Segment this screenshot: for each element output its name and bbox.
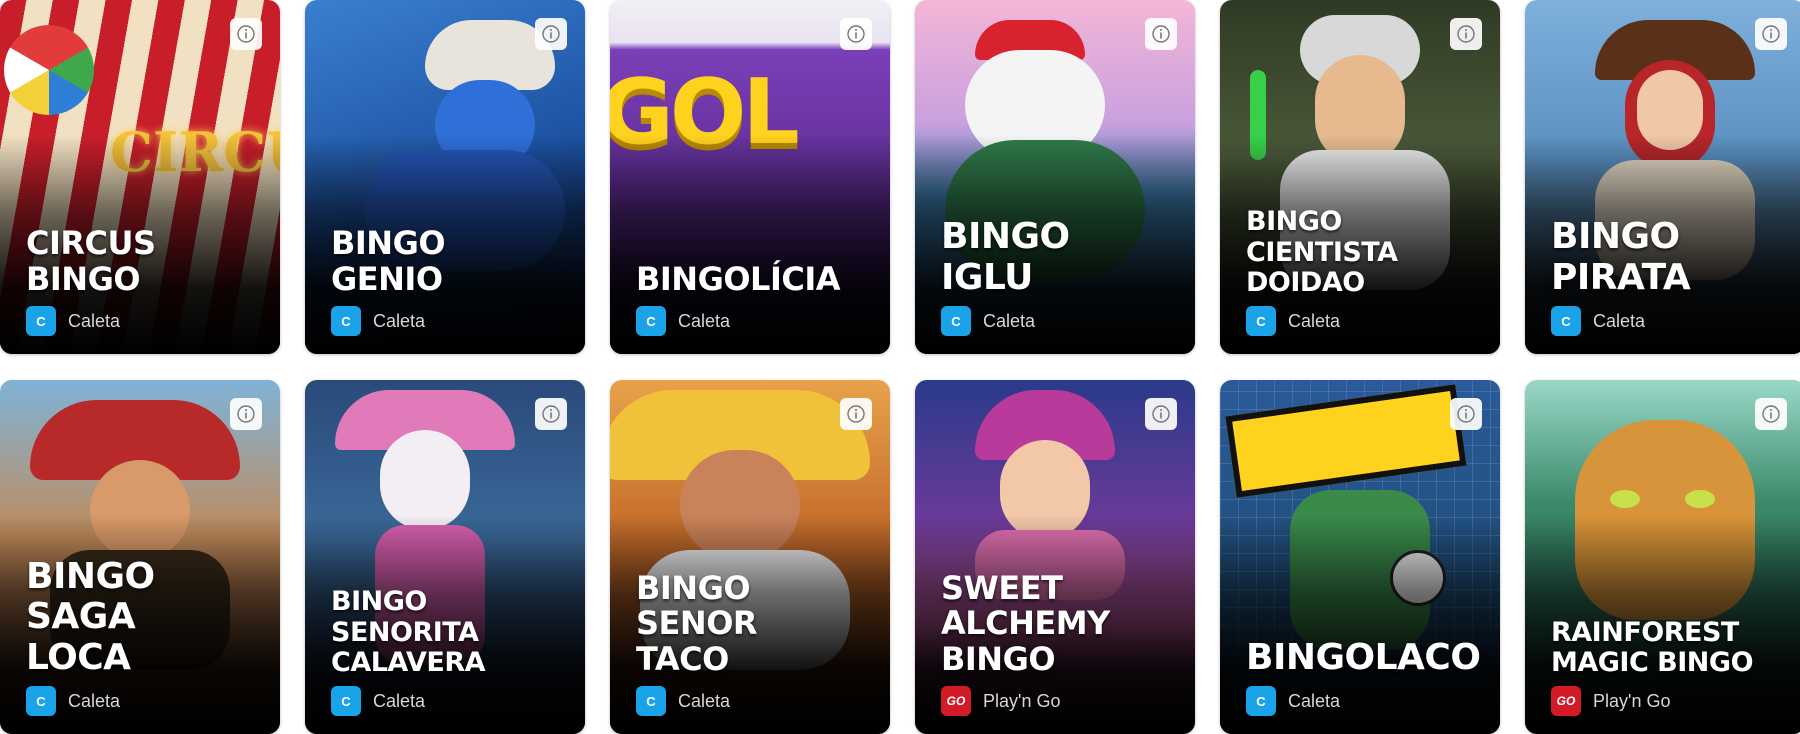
provider-name: Caleta <box>983 310 1036 331</box>
game-title: BINGOLÍCIA <box>636 260 841 299</box>
info-icon[interactable] <box>840 18 872 50</box>
game-card-bingo-saga-loca[interactable]: BINGO SAGA LOCA C Caleta <box>0 380 280 734</box>
game-grid: CIRCUS CIRCUS BINGO C Caleta BINGO GENIO… <box>0 0 1800 734</box>
info-icon[interactable] <box>1145 18 1177 50</box>
provider-name: Caleta <box>68 310 121 331</box>
info-icon[interactable] <box>535 398 567 430</box>
provider-name: Caleta <box>373 310 426 331</box>
game-title: BINGO SENORITA CALAVERA <box>331 586 486 678</box>
game-card-bingolicia[interactable]: GOL BINGOLÍCIA C Caleta <box>610 0 890 354</box>
game-card-bingo-iglu[interactable]: BINGO IGLU C Caleta <box>915 0 1195 354</box>
game-card-bingo-senorita-calavera[interactable]: BINGO SENORITA CALAVERA C Caleta <box>305 380 585 734</box>
game-title: BINGO IGLU <box>941 216 1070 298</box>
game-card-circus-bingo[interactable]: CIRCUS CIRCUS BINGO C Caleta <box>0 0 280 354</box>
provider-name: Caleta <box>68 690 121 711</box>
provider: C Caleta <box>26 686 120 716</box>
provider-name: Caleta <box>678 690 731 711</box>
caleta-icon: C <box>1246 686 1276 716</box>
provider-name: Play'n Go <box>1593 690 1671 711</box>
game-title: CIRCUS BINGO <box>26 224 156 299</box>
game-card-sweet-alchemy-bingo[interactable]: SWEET ALCHEMY BINGO GO Play'n Go <box>915 380 1195 734</box>
caleta-icon: C <box>1246 306 1276 336</box>
caleta-icon: C <box>941 306 971 336</box>
caleta-icon: C <box>331 306 361 336</box>
game-card-bingolaco[interactable]: BINGOLACO C Caleta <box>1220 380 1500 734</box>
provider: C Caleta <box>1551 306 1645 336</box>
provider: C Caleta <box>331 306 425 336</box>
provider-name: Caleta <box>1288 310 1341 331</box>
game-card-bingo-cientista-doidao[interactable]: BINGO CIENTISTA DOIDAO C Caleta <box>1220 0 1500 354</box>
info-icon[interactable] <box>1755 398 1787 430</box>
caleta-icon: C <box>636 686 666 716</box>
game-card-bingo-pirata[interactable]: BINGO PIRATA C Caleta <box>1525 0 1800 354</box>
info-icon[interactable] <box>840 398 872 430</box>
provider: C Caleta <box>941 306 1035 336</box>
provider: C Caleta <box>331 686 425 716</box>
info-icon[interactable] <box>535 18 567 50</box>
provider: C Caleta <box>1246 306 1340 336</box>
game-title: BINGOLACO <box>1246 636 1481 678</box>
info-icon[interactable] <box>230 18 262 50</box>
info-icon[interactable] <box>1450 18 1482 50</box>
caleta-icon: C <box>26 306 56 336</box>
provider-name: Caleta <box>678 310 731 331</box>
provider: C Caleta <box>1246 686 1340 716</box>
provider: C Caleta <box>26 306 120 336</box>
game-title: BINGO CIENTISTA DOIDAO <box>1246 206 1398 298</box>
game-title: BINGO GENIO <box>331 224 446 299</box>
info-icon[interactable] <box>1145 398 1177 430</box>
provider-name: Caleta <box>373 690 426 711</box>
provider-name: Play'n Go <box>983 690 1061 711</box>
info-icon[interactable] <box>1450 398 1482 430</box>
provider-name: Caleta <box>1288 690 1341 711</box>
caleta-icon: C <box>1551 306 1581 336</box>
provider: GO Play'n Go <box>941 686 1060 716</box>
info-icon[interactable] <box>1755 18 1787 50</box>
game-title: BINGO PIRATA <box>1551 216 1691 298</box>
game-title: BINGO SENOR TACO <box>636 568 758 679</box>
playngo-icon: GO <box>1551 686 1581 716</box>
provider: C Caleta <box>636 306 730 336</box>
game-title: BINGO SAGA LOCA <box>26 556 155 678</box>
game-card-bingo-genio[interactable]: BINGO GENIO C Caleta <box>305 0 585 354</box>
game-card-bingo-senor-taco[interactable]: BINGO SENOR TACO C Caleta <box>610 380 890 734</box>
provider-name: Caleta <box>1593 310 1646 331</box>
game-title: SWEET ALCHEMY BINGO <box>941 568 1110 679</box>
info-icon[interactable] <box>230 398 262 430</box>
provider: GO Play'n Go <box>1551 686 1670 716</box>
game-card-rainforest-magic-bingo[interactable]: RAINFOREST MAGIC BINGO GO Play'n Go <box>1525 380 1800 734</box>
provider: C Caleta <box>636 686 730 716</box>
game-title: RAINFOREST MAGIC BINGO <box>1551 616 1754 678</box>
caleta-icon: C <box>331 686 361 716</box>
caleta-icon: C <box>636 306 666 336</box>
playngo-icon: GO <box>941 686 971 716</box>
caleta-icon: C <box>26 686 56 716</box>
